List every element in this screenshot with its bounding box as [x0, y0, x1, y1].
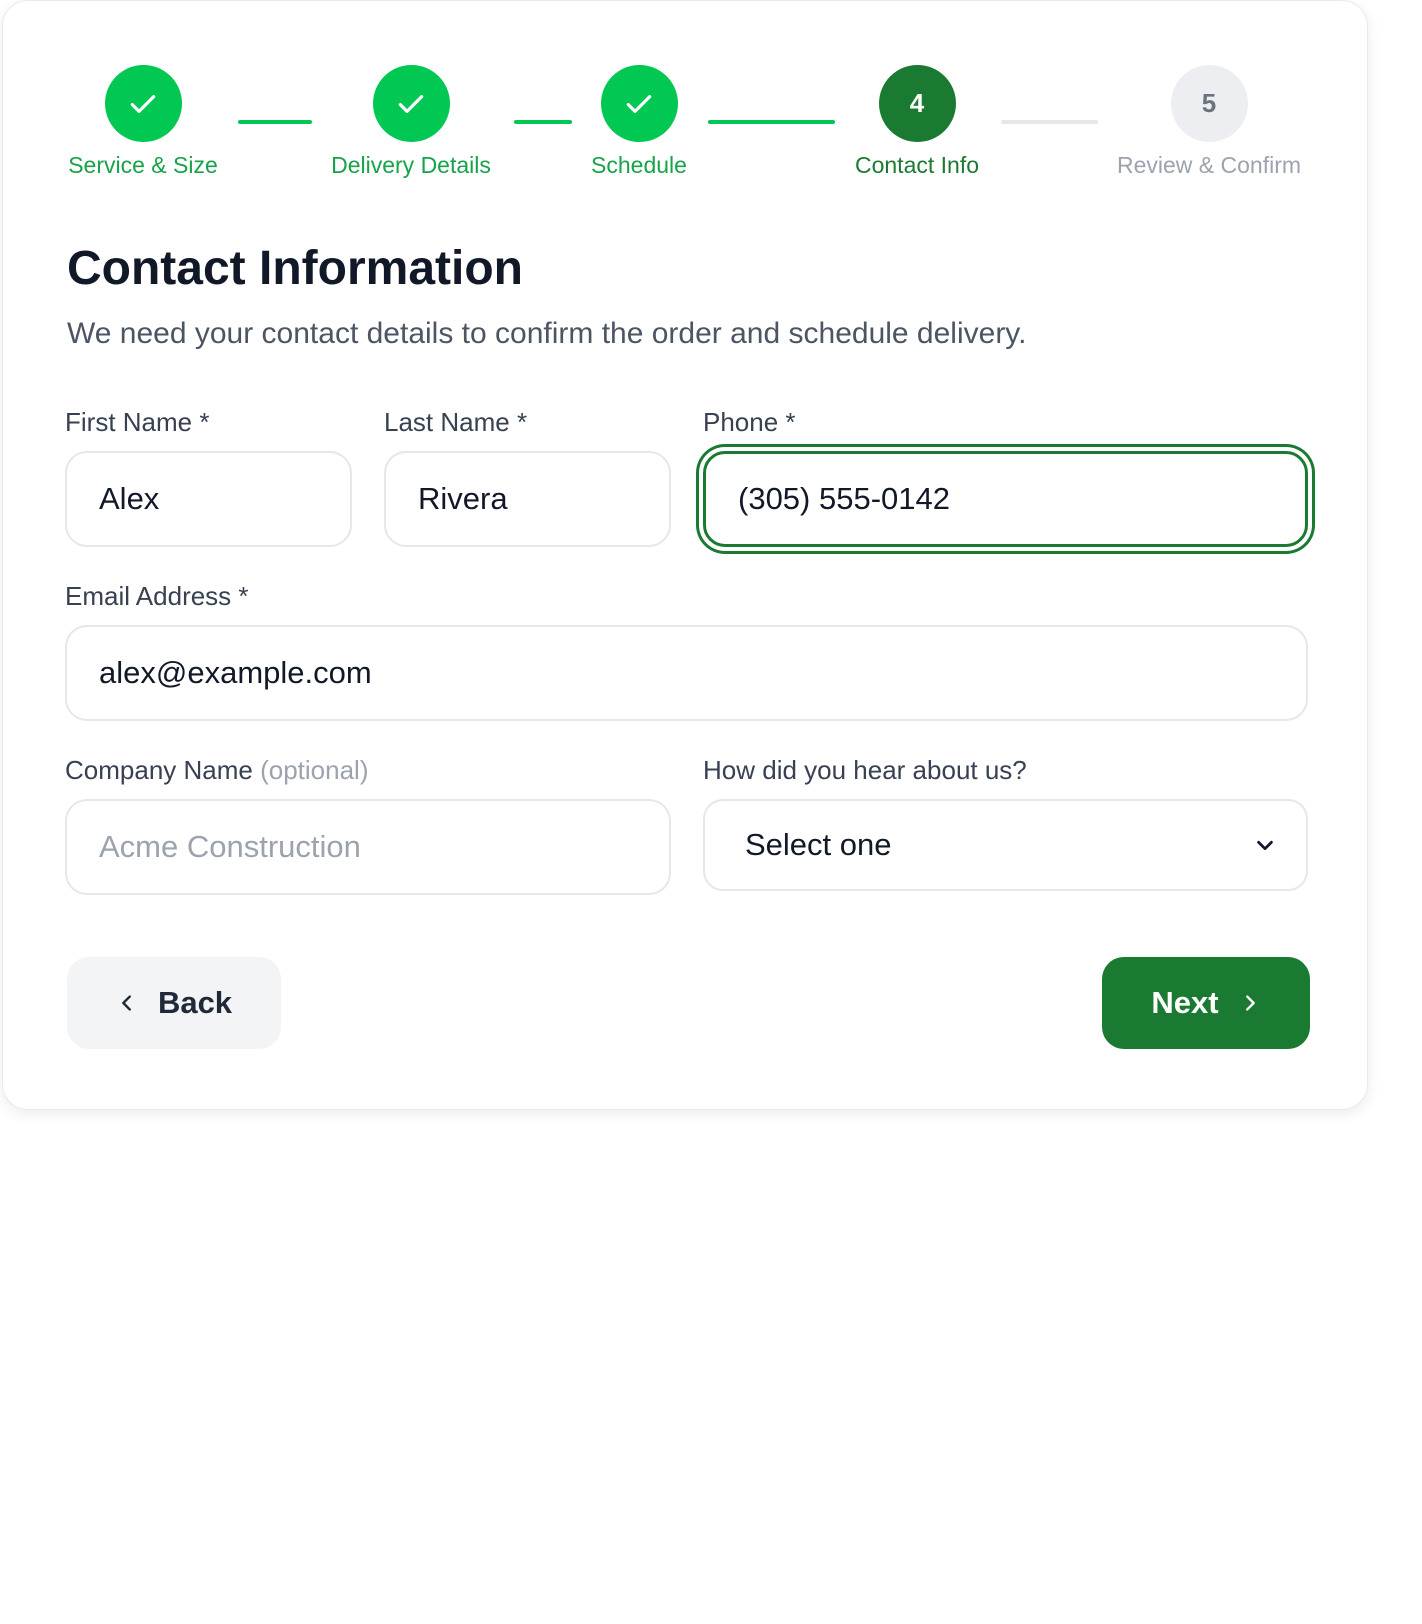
step-contact-info[interactable]: 4 Contact Info — [787, 65, 1047, 179]
step-5-label: Review & Confirm — [1116, 152, 1302, 178]
chevron-down-icon — [1257, 840, 1273, 851]
step-review-confirm[interactable]: 5 Review & Confirm — [1079, 65, 1339, 179]
check-icon — [130, 94, 156, 113]
step-delivery-details[interactable]: Delivery Details — [281, 65, 541, 179]
back-button-label: Back — [157, 985, 233, 1020]
step-4-circle: 4 — [878, 65, 956, 142]
check-icon — [398, 94, 424, 113]
referral-selected-value: Select one — [745, 827, 892, 862]
referral-label: How did you hear about us? — [703, 755, 1027, 785]
last-name-input[interactable] — [384, 451, 671, 547]
chevron-left-icon — [122, 995, 131, 1011]
step-3-circle — [600, 65, 678, 142]
contact-info-card: Service & Size Delivery Details Schedule… — [2, 0, 1368, 1110]
step-schedule[interactable]: Schedule — [509, 65, 769, 179]
optional-hint: (optional) — [260, 755, 369, 785]
page-title: Contact Information — [67, 242, 523, 295]
step-5-circle: 5 — [1170, 65, 1248, 142]
email-input[interactable] — [65, 625, 1308, 721]
company-label: Company Name (optional) — [65, 755, 369, 786]
first-name-label: First Name * — [65, 407, 210, 437]
next-button[interactable]: Next — [1102, 957, 1310, 1049]
check-icon — [626, 94, 652, 113]
step-1-label: Service & Size — [68, 152, 218, 178]
email-label: Email Address * — [65, 581, 249, 611]
company-input[interactable] — [65, 799, 671, 895]
first-name-input[interactable] — [65, 451, 352, 547]
step-2-circle — [372, 65, 450, 142]
chevron-right-icon — [1245, 995, 1255, 1011]
step-2-label: Delivery Details — [331, 152, 491, 178]
phone-input[interactable] — [703, 451, 1308, 547]
step-1-circle — [104, 65, 182, 142]
step-4-label: Contact Info — [854, 152, 980, 178]
next-button-label: Next — [1151, 985, 1219, 1020]
last-name-label: Last Name * — [384, 407, 528, 437]
step-3-label: Schedule — [591, 152, 687, 178]
referral-select[interactable]: Select one — [703, 799, 1308, 891]
back-button[interactable]: Back — [67, 957, 281, 1049]
page-subtitle: We need your contact details to confirm … — [67, 317, 1027, 350]
step-service-size[interactable]: Service & Size — [13, 65, 273, 179]
company-label-text: Company Name — [65, 755, 253, 785]
phone-label: Phone * — [703, 407, 796, 437]
